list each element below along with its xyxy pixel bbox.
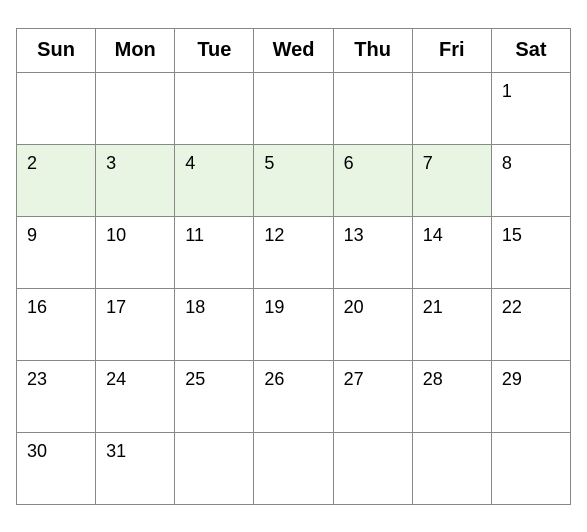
day-number: 15: [502, 225, 522, 245]
week-row-0: 1: [17, 72, 571, 144]
day-number: 25: [185, 369, 205, 389]
calendar-cell: 16: [17, 288, 96, 360]
calendar-cell: 15: [491, 216, 570, 288]
day-number: 14: [423, 225, 443, 245]
calendar-cell: 21: [412, 288, 491, 360]
day-number: 5: [264, 153, 274, 173]
calendar-cell: 30: [17, 432, 96, 504]
week-row-4: 23 24 25 26 27 28 29: [17, 360, 571, 432]
day-number: 7: [423, 153, 433, 173]
week-row-2: 9 10 11 12 13 14 15: [17, 216, 571, 288]
day-number: 1: [502, 81, 512, 101]
calendar-cell: [175, 72, 254, 144]
calendar-cell: 18: [175, 288, 254, 360]
day-number: 19: [264, 297, 284, 317]
calendar-cell: [333, 72, 412, 144]
day-number: 12: [264, 225, 284, 245]
calendar-cell: 7: [412, 144, 491, 216]
day-number: 28: [423, 369, 443, 389]
calendar-cell: 31: [96, 432, 175, 504]
day-number: 3: [106, 153, 116, 173]
day-number: 9: [27, 225, 37, 245]
day-number: 21: [423, 297, 443, 317]
day-number: 31: [106, 441, 126, 461]
calendar-cell: [254, 72, 333, 144]
day-number: 11: [185, 225, 204, 245]
header-cell-sun: Sun: [17, 28, 96, 72]
header-cell-wed: Wed: [254, 28, 333, 72]
week-row-3: 16 17 18 19 20 21 22: [17, 288, 571, 360]
calendar-cell: 25: [175, 360, 254, 432]
calendar-cell: [175, 432, 254, 504]
calendar-cell: 10: [96, 216, 175, 288]
calendar-cell: 12: [254, 216, 333, 288]
header-cell-sat: Sat: [491, 28, 570, 72]
calendar-table: SunMonTueWedThuFriSat 123456789101112131…: [16, 28, 571, 505]
calendar-cell: [412, 72, 491, 144]
calendar-cell: 13: [333, 216, 412, 288]
week-row-1: 2 3 4 5 6 7 8: [17, 144, 571, 216]
calendar-cell: 2: [17, 144, 96, 216]
header-cell-mon: Mon: [96, 28, 175, 72]
day-number: 8: [502, 153, 512, 173]
calendar-cell: 3: [96, 144, 175, 216]
calendar-container: SunMonTueWedThuFriSat 123456789101112131…: [16, 28, 571, 505]
calendar-cell: 11: [175, 216, 254, 288]
day-number: 6: [344, 153, 354, 173]
calendar-cell: [17, 72, 96, 144]
calendar-cell: [333, 432, 412, 504]
calendar-cell: 9: [17, 216, 96, 288]
calendar-cell: 1: [491, 72, 570, 144]
day-number: 20: [344, 297, 364, 317]
day-number: 13: [344, 225, 364, 245]
calendar-cell: 29: [491, 360, 570, 432]
calendar-cell: 6: [333, 144, 412, 216]
day-number: 29: [502, 369, 522, 389]
day-number: 27: [344, 369, 364, 389]
calendar-cell: 5: [254, 144, 333, 216]
day-number: 2: [27, 153, 37, 173]
calendar-cell: 19: [254, 288, 333, 360]
calendar-cell: 4: [175, 144, 254, 216]
day-number: 24: [106, 369, 126, 389]
calendar-cell: 8: [491, 144, 570, 216]
calendar-cell: 20: [333, 288, 412, 360]
day-number: 10: [106, 225, 126, 245]
header-cell-tue: Tue: [175, 28, 254, 72]
day-number: 23: [27, 369, 47, 389]
header-cell-thu: Thu: [333, 28, 412, 72]
day-number: 17: [106, 297, 126, 317]
calendar-cell: 14: [412, 216, 491, 288]
calendar-cell: [96, 72, 175, 144]
calendar-cell: [254, 432, 333, 504]
day-number: 16: [27, 297, 47, 317]
day-number: 22: [502, 297, 522, 317]
week-row-5: 30 31: [17, 432, 571, 504]
calendar-cell: 26: [254, 360, 333, 432]
calendar-cell: 23: [17, 360, 96, 432]
day-number: 4: [185, 153, 195, 173]
calendar-cell: [491, 432, 570, 504]
day-number: 26: [264, 369, 284, 389]
calendar-cell: 27: [333, 360, 412, 432]
header-cell-fri: Fri: [412, 28, 491, 72]
day-number: 18: [185, 297, 205, 317]
calendar-cell: 17: [96, 288, 175, 360]
calendar-cell: 24: [96, 360, 175, 432]
header-row: SunMonTueWedThuFriSat: [17, 28, 571, 72]
calendar-cell: 22: [491, 288, 570, 360]
day-number: 30: [27, 441, 47, 461]
calendar-cell: [412, 432, 491, 504]
calendar-cell: 28: [412, 360, 491, 432]
